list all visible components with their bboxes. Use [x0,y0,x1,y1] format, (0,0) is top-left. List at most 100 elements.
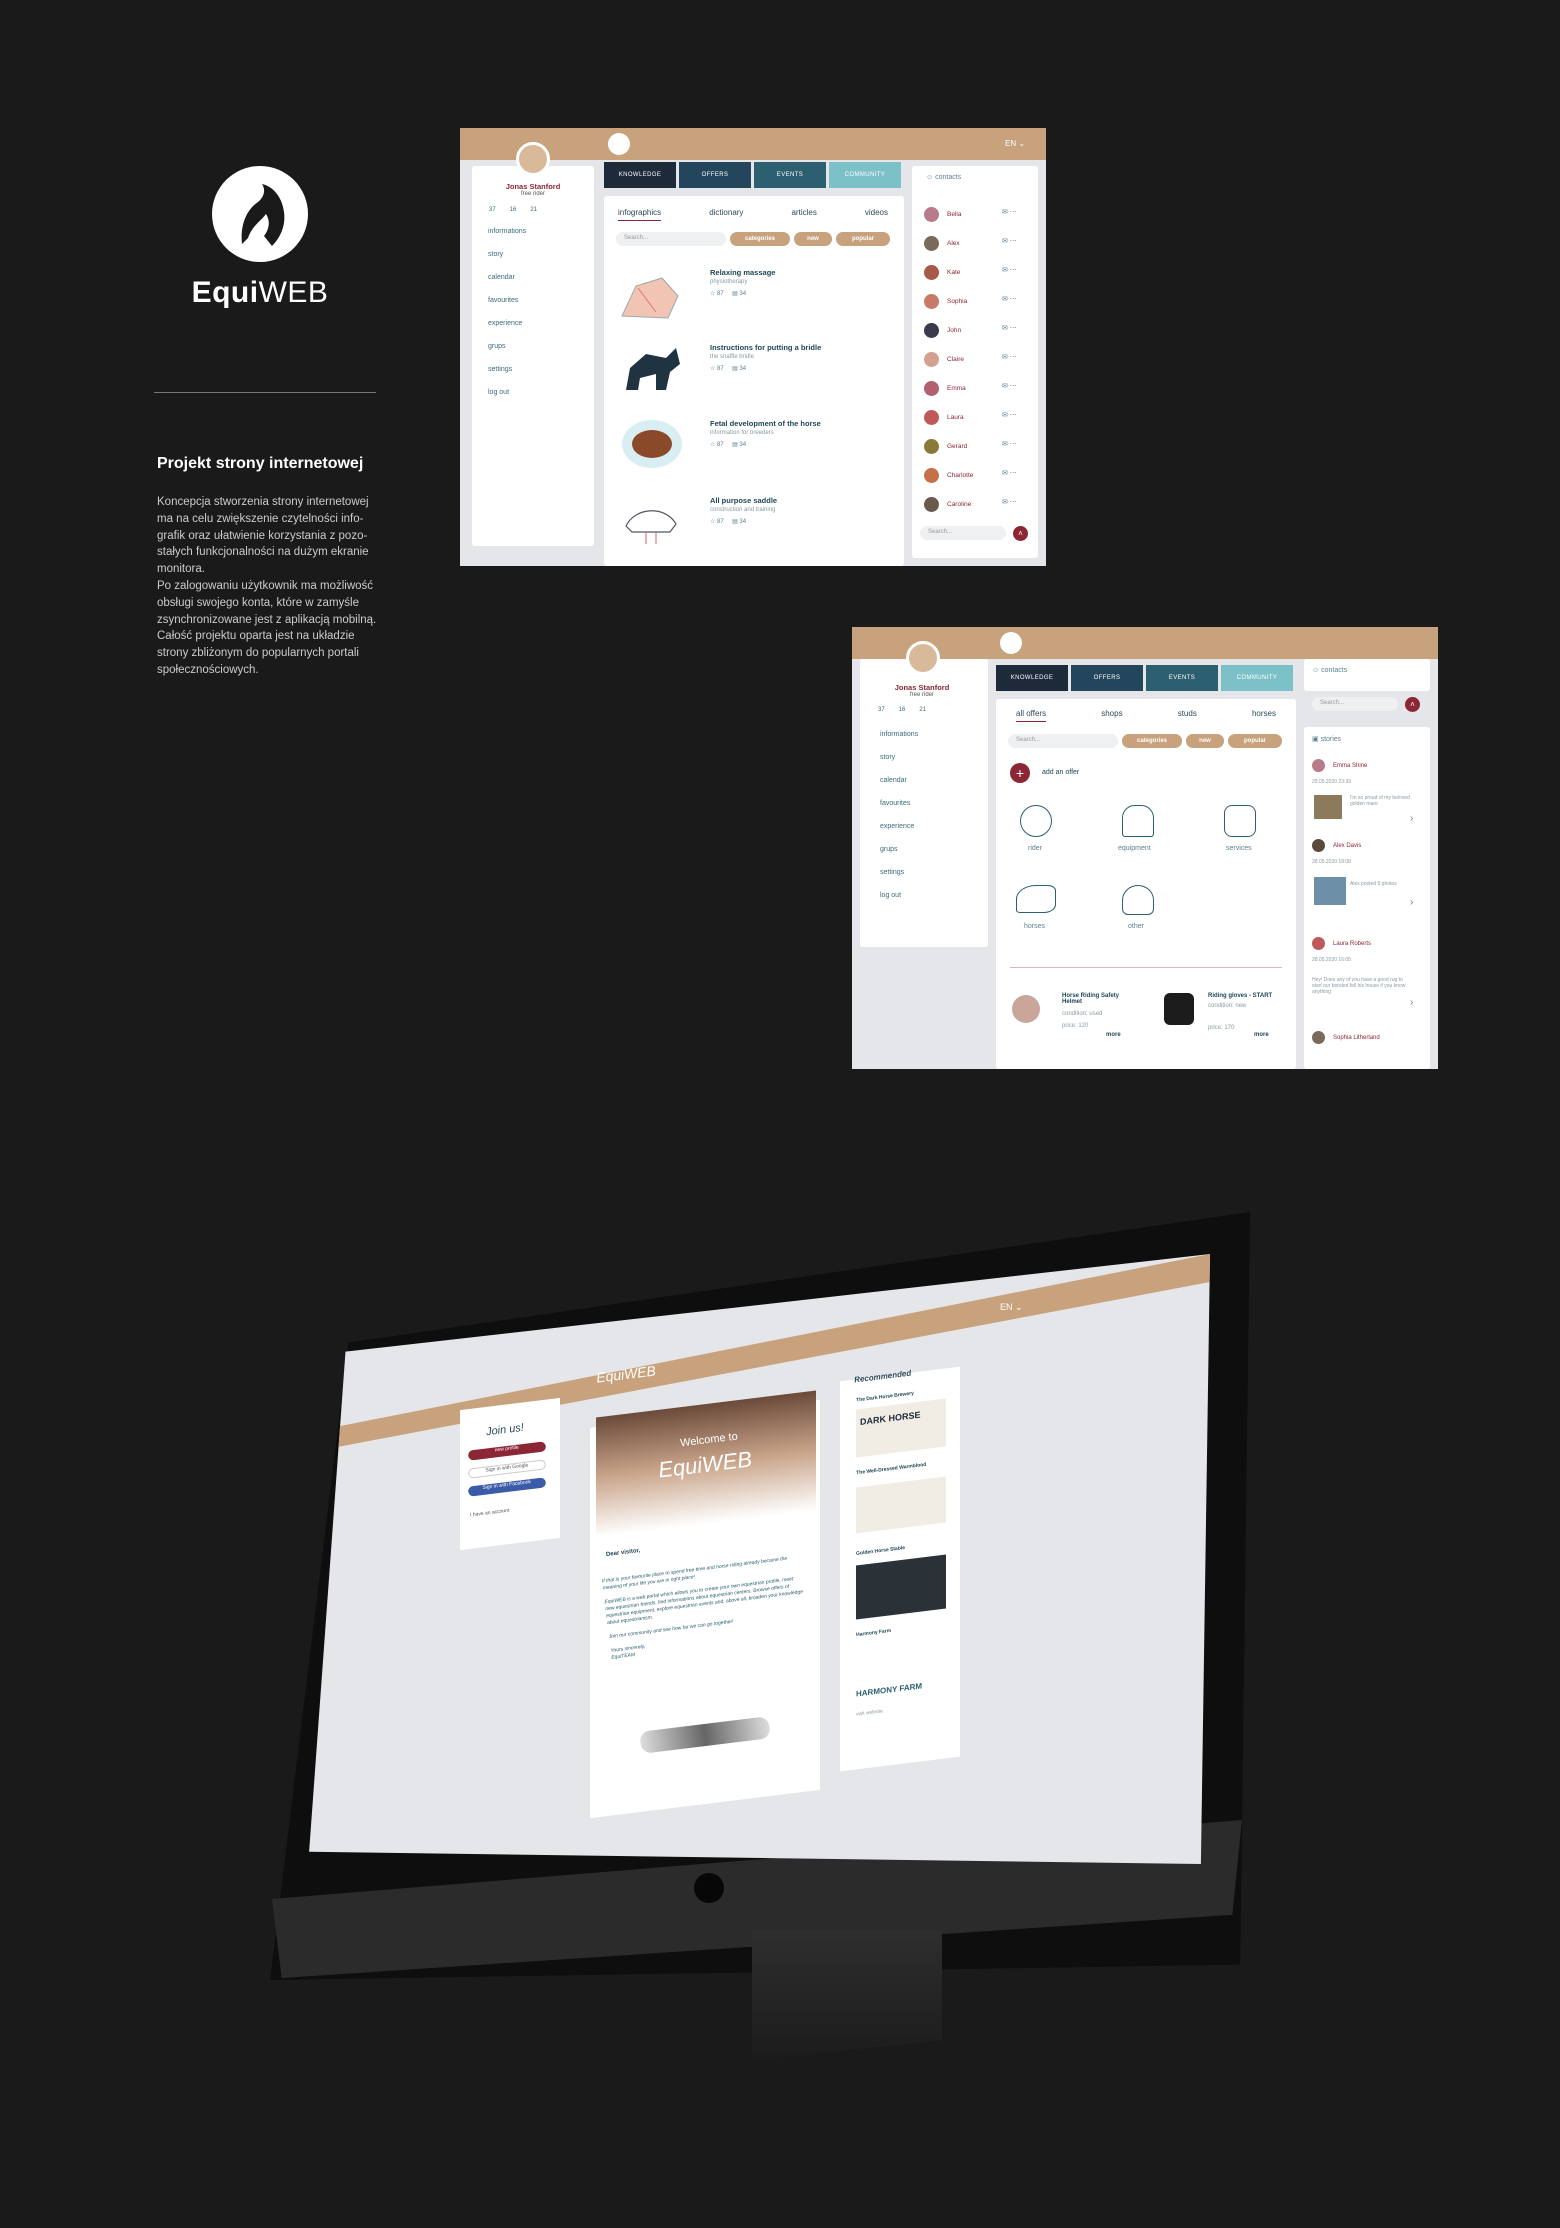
avatar[interactable] [906,641,940,675]
fetal-development-infographic-icon[interactable] [616,414,686,472]
mail-icon[interactable]: ✉ ⋯ [1002,295,1017,303]
subtab-videos[interactable]: videos [865,208,888,221]
contact-row[interactable]: Caroline [924,494,971,514]
subtab-all-offers[interactable]: all offers [1016,709,1047,722]
contact-row[interactable]: Claire [924,349,964,369]
contact-row[interactable]: Bella [924,204,961,224]
menu-item-log-out[interactable]: log out [880,892,918,915]
contacts-title[interactable]: ☺ contacts [1312,667,1347,674]
mail-icon[interactable]: ✉ ⋯ [1002,266,1017,274]
tab-events[interactable]: EVENTS [1146,665,1218,691]
story-author[interactable]: Alex Davis [1312,839,1361,852]
chevron-up-icon[interactable]: ˄ [1013,526,1028,541]
subtab-articles[interactable]: articles [791,208,816,221]
subtab-dictionary[interactable]: dictionary [709,208,743,221]
contacts-search-input[interactable]: Search... [920,526,1006,540]
bridle-infographic-icon[interactable] [616,338,686,396]
helmet-icon[interactable] [1122,885,1154,915]
helmet-product-image[interactable] [1012,995,1040,1023]
contact-row[interactable]: Gerard [924,436,967,456]
item-title[interactable]: Instructions for putting a bridle [710,343,821,352]
chevron-up-icon[interactable]: ˄ [1405,697,1420,712]
new-filter[interactable]: new [1186,734,1224,748]
mail-icon[interactable]: ✉ ⋯ [1002,237,1017,245]
tab-events[interactable]: EVENTS [754,162,826,188]
subtab-studs[interactable]: studs [1178,709,1197,722]
menu-item-calendar[interactable]: calendar [880,777,918,800]
story-image[interactable] [1314,795,1342,819]
menu-item-grups[interactable]: grups [488,343,526,366]
saddle-infographic-icon[interactable] [616,490,686,548]
menu-item-grups[interactable]: grups [880,846,918,869]
menu-item-favourites[interactable]: favourites [488,297,526,320]
search-input[interactable]: Search... [1008,734,1118,748]
category-equipment[interactable]: equipment [1118,845,1151,852]
category-other[interactable]: other [1128,923,1144,930]
story-author[interactable]: Emma Shine [1312,759,1367,772]
contact-row[interactable]: Kate [924,262,960,282]
mail-icon[interactable]: ✉ ⋯ [1002,208,1017,216]
menu-item-experience[interactable]: experience [488,320,526,343]
menu-item-experience[interactable]: experience [880,823,918,846]
tab-knowledge[interactable]: KNOWLEDGE [996,665,1068,691]
item-title[interactable]: Relaxing massage [710,268,775,277]
category-services[interactable]: services [1226,845,1252,852]
categories-filter[interactable]: categories [1122,734,1182,748]
golden-horse-logo[interactable] [856,1554,946,1620]
story-image[interactable] [1314,877,1346,905]
avatar[interactable] [516,142,550,176]
contact-row[interactable]: Laura [924,407,964,427]
mail-icon[interactable]: ✉ ⋯ [1002,353,1017,361]
tab-community[interactable]: COMMUNITY [829,162,901,188]
subtab-shops[interactable]: shops [1101,709,1122,722]
language-select[interactable]: EN ⌄ [1000,1302,1023,1313]
contact-row[interactable]: John [924,320,961,340]
story-author[interactable]: Sophia Litherland [1312,1031,1380,1044]
menu-item-favourites[interactable]: favourites [880,800,918,823]
popular-filter[interactable]: popular [836,232,890,246]
subtab-horses[interactable]: horses [1252,709,1276,722]
mail-icon[interactable]: ✉ ⋯ [1002,411,1017,419]
subtab-infographics[interactable]: infographics [618,208,662,221]
more-link[interactable]: more [1106,1032,1121,1038]
menu-item-informations[interactable]: informations [488,228,526,251]
menu-item-story[interactable]: story [488,251,526,274]
user-name[interactable]: Jonas Stanford [872,683,972,692]
add-offer-button[interactable]: + [1010,763,1030,783]
search-input[interactable]: Search... [616,232,726,246]
chevron-right-icon[interactable]: › [1410,897,1413,908]
new-filter[interactable]: new [794,232,832,246]
product-title[interactable]: Riding gloves - START [1208,993,1278,999]
contacts-search-input[interactable]: Search... [1312,697,1398,711]
mail-icon[interactable]: ✉ ⋯ [1002,498,1017,506]
chevron-right-icon[interactable]: › [1410,997,1413,1008]
menu-item-calendar[interactable]: calendar [488,274,526,297]
gloves-product-image[interactable] [1164,993,1194,1025]
tab-offers[interactable]: OFFERS [679,162,751,188]
contact-row[interactable]: Alex [924,233,960,253]
massage-infographic-icon[interactable] [616,266,686,324]
menu-item-log-out[interactable]: log out [488,389,526,412]
popular-filter[interactable]: popular [1228,734,1282,748]
item-title[interactable]: All purpose saddle [710,496,777,505]
saddle-icon[interactable] [1122,805,1154,837]
product-title[interactable]: Horse Riding Safety Helmet [1062,993,1124,1005]
category-horses[interactable]: horses [1024,923,1045,930]
more-link[interactable]: more [1254,1032,1269,1038]
contact-row[interactable]: Charlotte [924,465,973,485]
story-author[interactable]: Laura Roberts [1312,937,1371,950]
logo-icon[interactable] [608,133,630,155]
contact-row[interactable]: Emma [924,378,966,398]
mail-icon[interactable]: ✉ ⋯ [1002,440,1017,448]
menu-item-settings[interactable]: settings [880,869,918,892]
mail-icon[interactable]: ✉ ⋯ [1002,469,1017,477]
horse-icon[interactable] [1016,885,1056,913]
chevron-right-icon[interactable]: › [1410,813,1413,824]
language-select[interactable]: EN ⌄ [1005,139,1025,148]
categories-filter[interactable]: categories [730,232,790,246]
hand-horse-icon[interactable] [1224,805,1256,837]
user-name[interactable]: Jonas Stanford [483,182,583,191]
menu-item-informations[interactable]: informations [880,731,918,754]
mail-icon[interactable]: ✉ ⋯ [1002,382,1017,390]
tab-knowledge[interactable]: KNOWLEDGE [604,162,676,188]
